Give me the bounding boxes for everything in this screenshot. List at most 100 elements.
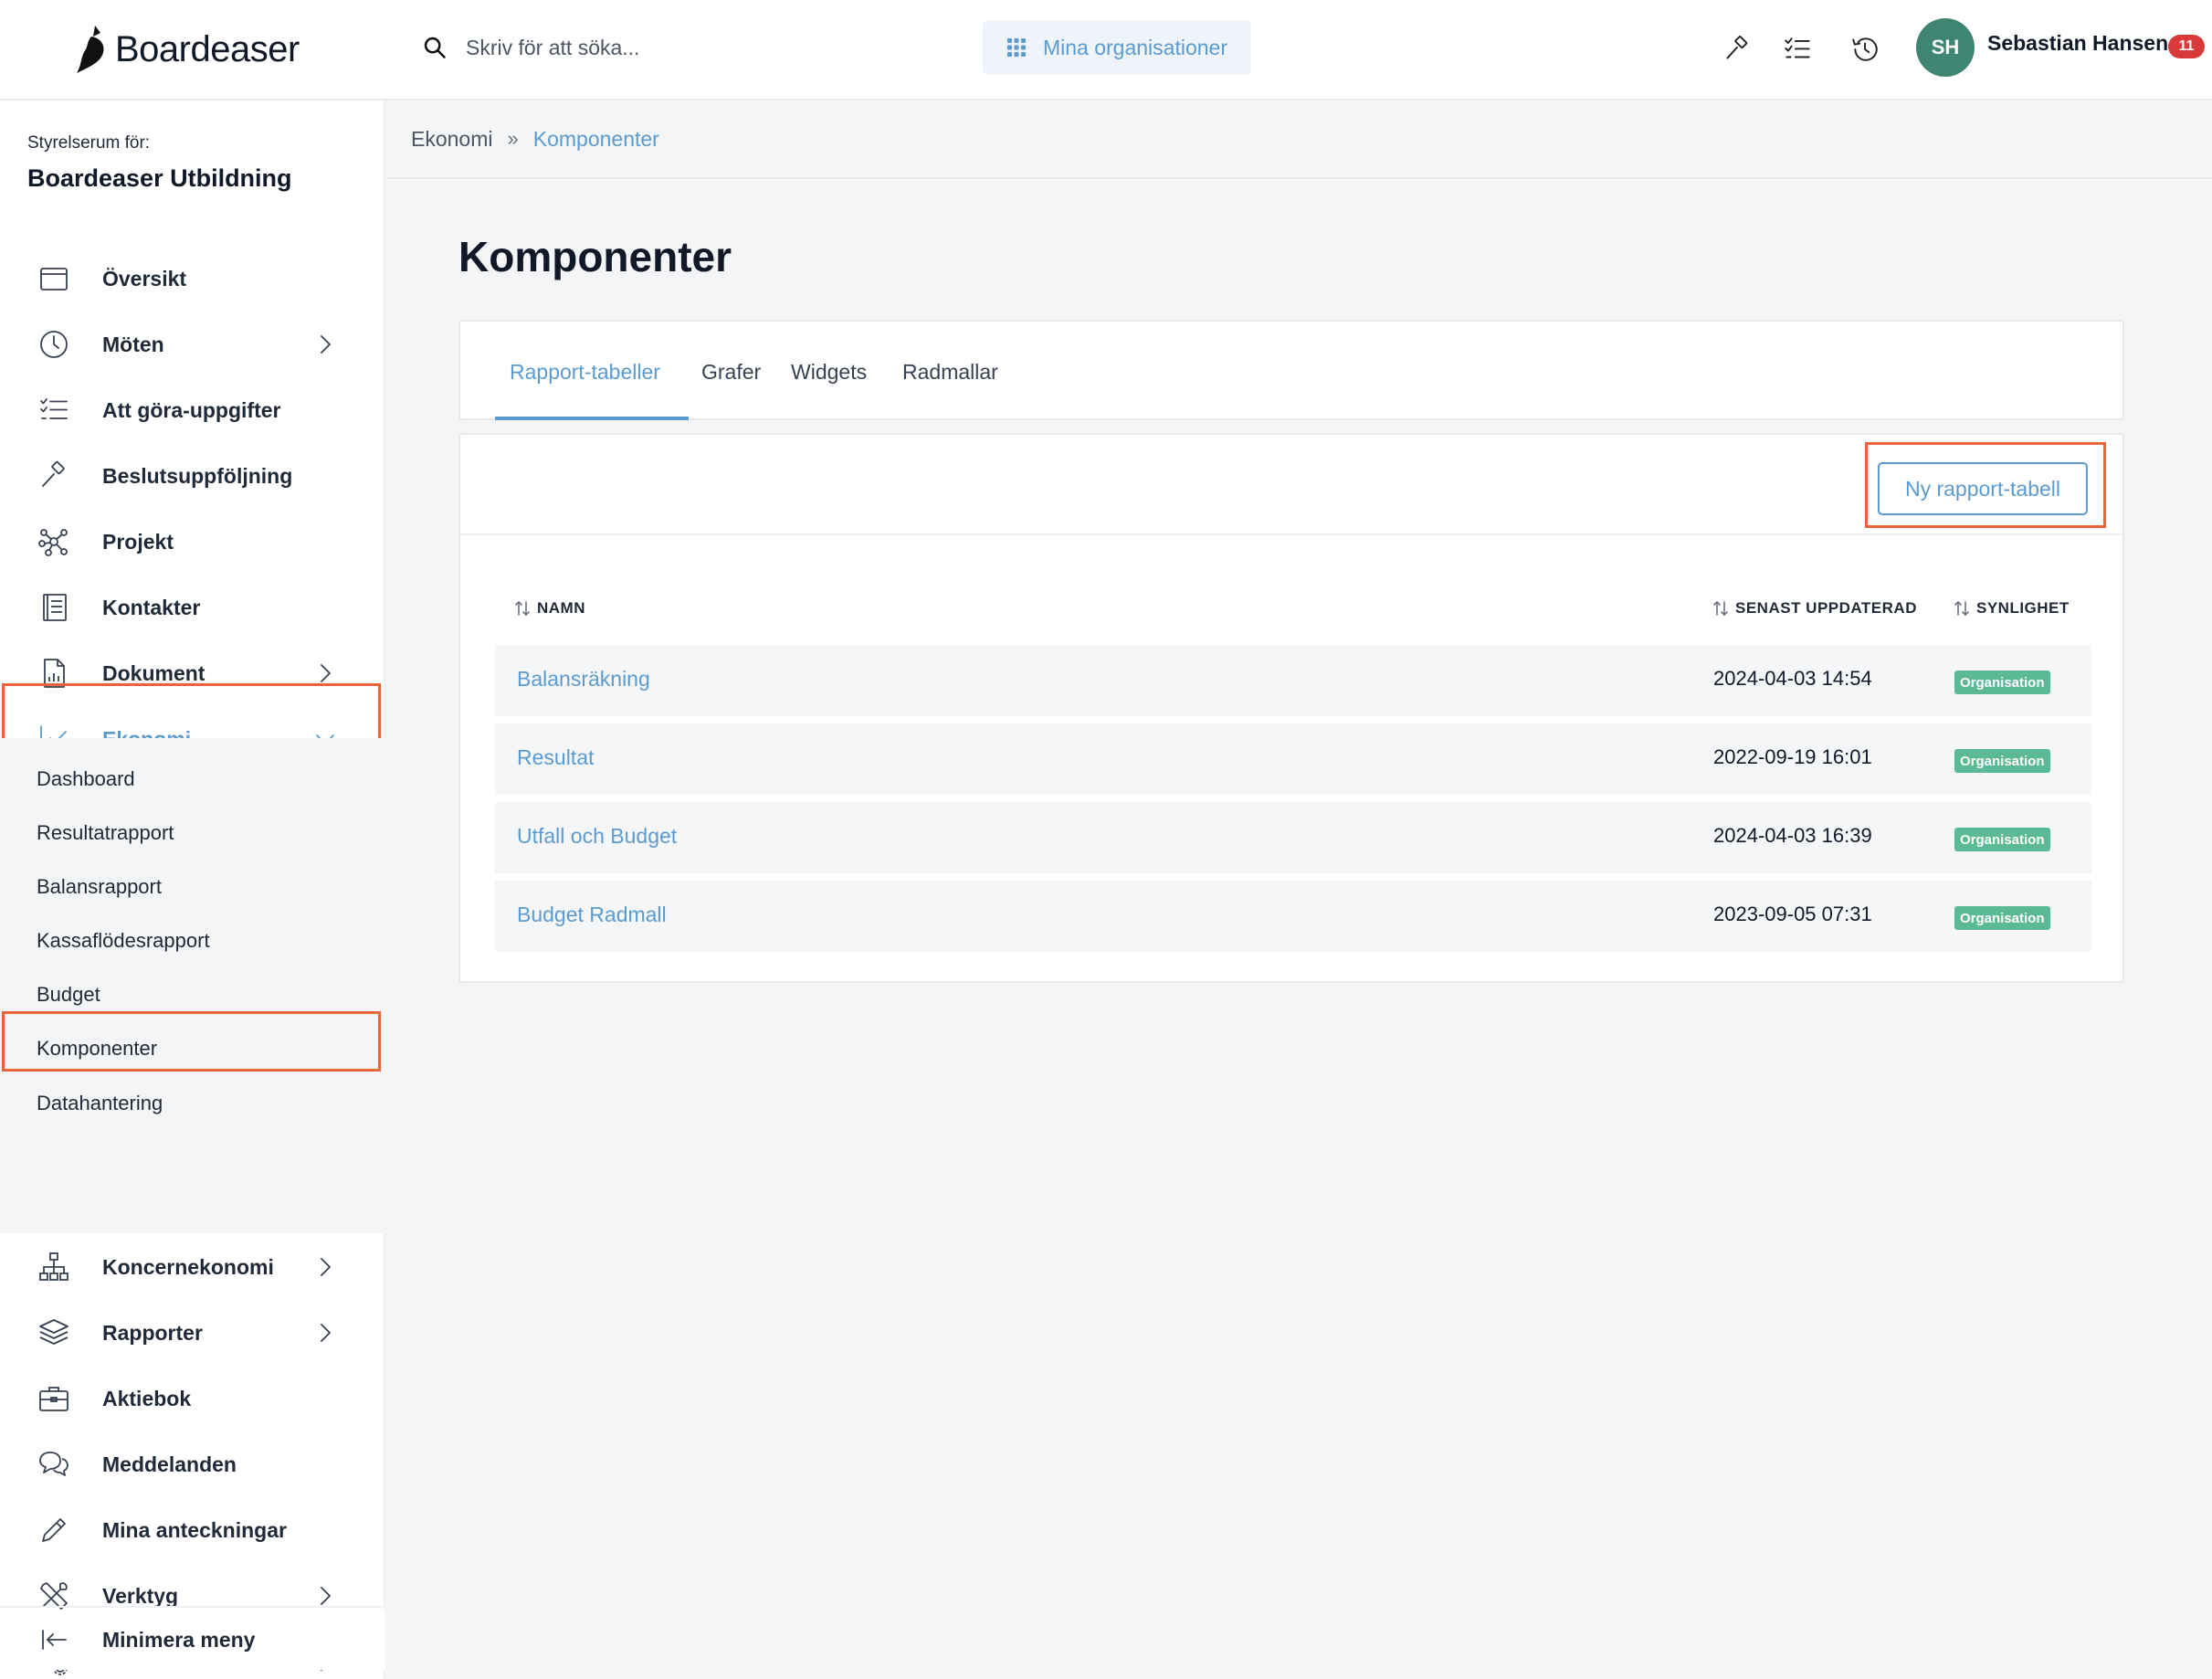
grid-icon [1006,38,1026,57]
history-top-button[interactable] [1843,27,1887,71]
sidebar-item-label: Projekt [102,529,174,554]
breadcrumb-current: Komponenter [532,126,659,151]
submenu-item-balansrapport[interactable]: Balansrapport [37,875,162,899]
search-input[interactable] [466,35,795,60]
sidebar-item-kontakter[interactable]: Kontakter [0,577,385,638]
sidebar-item-beslutsuppfoljning[interactable]: Beslutsuppföljning [0,446,385,506]
row-name-link[interactable]: Budget Radmall [517,903,667,927]
layers-icon [37,1315,71,1350]
visibility-badge: Organisation [1954,906,2050,930]
org-name[interactable]: Boardeaser Utbildning [27,164,292,193]
page-title: Komponenter [458,233,732,280]
sort-icon [1713,601,1728,616]
notification-badge[interactable]: 11 [2168,35,2205,58]
submenu-item-datahantering[interactable]: Datahantering [37,1092,163,1115]
sidebar-item-koncernekonomi[interactable]: Koncernekonomi [0,1237,385,1297]
app-logo[interactable]: Boardeaser [73,16,300,82]
row-updated: 2022-09-19 16:01 [1713,745,1872,768]
document-icon [37,656,71,691]
chevron-right-icon [314,1256,336,1278]
row-updated: 2024-04-03 14:54 [1713,667,1872,690]
submenu-item-budget[interactable]: Budget [37,983,100,1007]
sidebar-item-dokument[interactable]: Dokument [0,643,385,703]
user-avatar[interactable]: SH [1916,18,1975,77]
breadcrumb-separator-icon: » [507,127,519,150]
pencil-icon [37,1513,71,1547]
ekonomi-submenu: Dashboard Resultatrapport Balansrapport … [0,738,385,1233]
active-tab-indicator [495,417,689,420]
chevron-right-icon [314,1322,336,1344]
sidebar-item-label: Mina anteckningar [102,1517,287,1542]
sidebar-item-oversikt[interactable]: Översikt [0,248,385,309]
my-organizations-label: Mina organisationer [1042,35,1227,59]
sort-icon [1954,601,1969,616]
gavel-icon [1726,36,1748,59]
sidebar-item-label: Beslutsuppföljning [102,463,293,488]
sidebar-item-meddelanden[interactable]: Meddelanden [0,1434,385,1494]
column-header-name[interactable]: NAMN [513,599,585,618]
breadcrumb-ekonomi[interactable]: Ekonomi [411,127,492,152]
table-row[interactable]: Budget Radmall 2023-09-05 07:31 Organisa… [495,881,2091,952]
boardeaser-logo-icon [77,26,104,73]
table-row[interactable]: Utfall och Budget 2024-04-03 16:39 Organ… [495,802,2091,873]
sidebar-item-label: Att göra-uppgifter [102,397,281,422]
sidebar-item-mina-anteckningar[interactable]: Mina anteckningar [0,1500,385,1560]
sidebar-item-label: Verktyg [102,1583,179,1608]
sidebar-item-label: Koncernekonomi [102,1254,274,1279]
sidebar-item-label: Aktiebok [102,1386,192,1410]
history-icon [1852,37,1878,61]
row-updated: 2023-09-05 07:31 [1713,903,1872,925]
user-name[interactable]: Sebastian Hansen [1987,31,2168,56]
briefcase-icon [37,1381,71,1416]
column-header-name-label: NAMN [537,599,585,617]
sidebar-item-label: Möten [102,332,164,356]
table-row[interactable]: Resultat 2022-09-19 16:01 Organisation [495,723,2091,795]
submenu-item-komponenter[interactable]: Komponenter [37,1037,157,1061]
search-icon [424,37,446,58]
submenu-item-dashboard[interactable]: Dashboard [37,767,135,791]
checklist-icon [37,393,71,428]
row-name-link[interactable]: Resultat [517,745,594,770]
chevron-right-icon [314,1585,336,1607]
submenu-item-kassaflodesrapport[interactable]: Kassaflödesrapport [37,929,210,953]
my-organizations-button[interactable]: Mina organisationer [983,20,1251,75]
column-header-visibility[interactable]: SYNLIGHET [1953,599,2070,618]
gavel-top-button[interactable] [1715,27,1759,71]
chevron-right-icon [314,333,336,355]
checklist-icon [1785,37,1810,58]
minimize-menu-button[interactable]: Minimera meny [0,1610,385,1670]
clock-icon [37,327,71,362]
row-name-link[interactable]: Utfall och Budget [517,824,677,849]
address-book-icon [37,590,71,625]
sidebar-item-label: Rapporter [102,1320,203,1345]
sidebar-item-rapporter[interactable]: Rapporter [0,1303,385,1363]
calendar-icon [37,261,71,296]
sidebar-item-label: Meddelanden [102,1452,237,1476]
column-header-updated-label: SENAST UPPDATERAD [1735,599,1917,617]
sidebar-item-projekt[interactable]: Projekt [0,512,385,572]
sidebar-item-moten[interactable]: Möten [0,314,385,375]
tab-widgets[interactable]: Widgets [791,360,867,385]
visibility-badge: Organisation [1954,828,2050,851]
column-header-visibility-label: SYNLIGHET [1976,599,2070,617]
table-row[interactable]: Balansräkning 2024-04-03 14:54 Organisat… [495,645,2091,716]
new-report-table-button[interactable]: Ny rapport-tabell [1878,462,2088,515]
column-header-updated[interactable]: SENAST UPPDATERAD [1712,599,1917,618]
tasks-top-button[interactable] [1775,27,1819,71]
row-name-link[interactable]: Balansräkning [517,667,650,692]
sidebar-item-aktiebok[interactable]: Aktiebok [0,1368,385,1429]
list-toolbar: Ny rapport-tabell [460,435,2122,535]
report-tables-card: Ny rapport-tabell NAMN SENAST UPPDATERAD… [458,433,2124,983]
tab-rapport-tabeller[interactable]: Rapport-tabeller [510,360,660,385]
tab-radmallar[interactable]: Radmallar [902,360,998,385]
visibility-badge: Organisation [1954,749,2050,773]
sidebar-item-label: Kontakter [102,595,201,619]
sidebar-item-label: Översikt [102,266,187,290]
chevron-right-icon [314,662,336,684]
visibility-badge: Organisation [1954,671,2050,694]
submenu-item-resultatrapport[interactable]: Resultatrapport [37,821,174,845]
sidebar-bottom-divider [0,1606,385,1608]
tab-grafer[interactable]: Grafer [701,360,761,385]
sidebar: Styrelserum för: Boardeaser Utbildning Ö… [0,100,385,1679]
sidebar-item-att-gora[interactable]: Att göra-uppgifter [0,380,385,440]
